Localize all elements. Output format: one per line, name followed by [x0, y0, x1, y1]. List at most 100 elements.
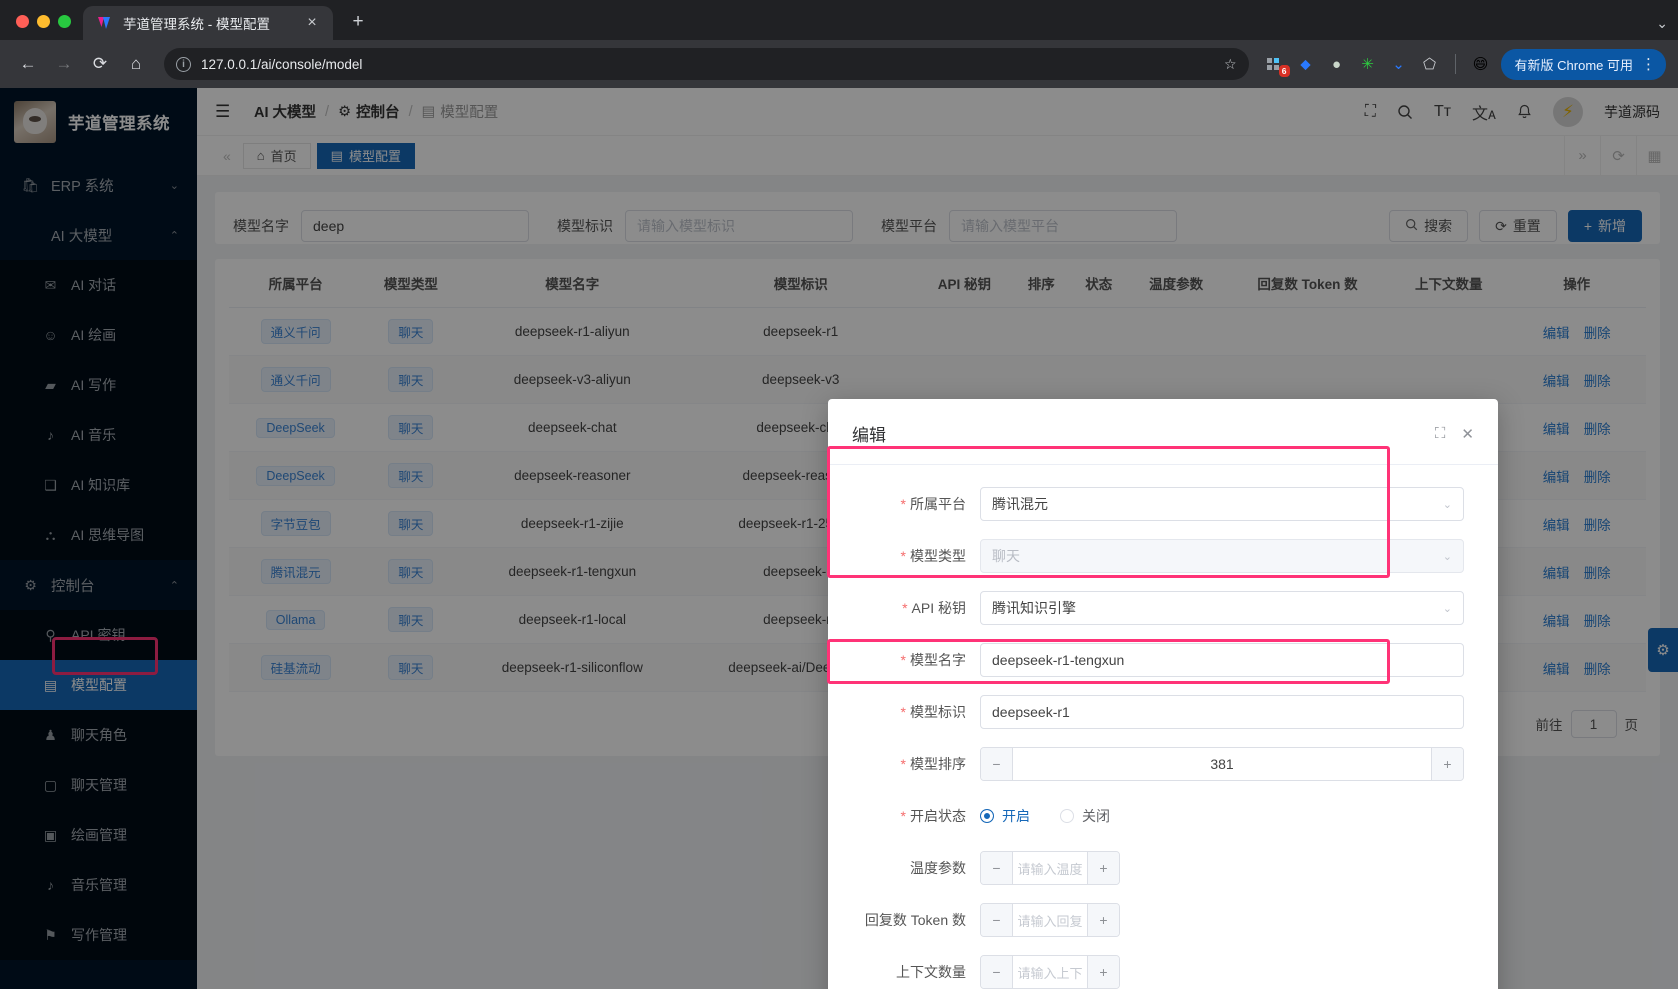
minimize-window-button[interactable]: [37, 15, 50, 28]
new-tab-button[interactable]: +: [343, 7, 373, 37]
plus-icon[interactable]: +: [1087, 956, 1119, 988]
sort-value[interactable]: 381: [1013, 748, 1431, 780]
context-value[interactable]: 请输入上下: [1013, 956, 1087, 988]
label-text: 模型标识: [910, 704, 966, 720]
required-asterisk: *: [902, 600, 907, 616]
required-asterisk: *: [901, 808, 906, 824]
bookmark-star-icon[interactable]: ☆: [1224, 56, 1237, 73]
bug-extension-icon[interactable]: ✳: [1358, 54, 1378, 74]
label-text: 温度参数: [910, 860, 966, 876]
balloon-extension-icon[interactable]: ⬥: [1296, 54, 1316, 74]
chevrons-down-icon[interactable]: ⌄: [1389, 54, 1409, 74]
sort-stepper[interactable]: − 381 +: [980, 747, 1464, 781]
status-radio-group: 开启 关闭: [980, 799, 1464, 833]
plus-icon[interactable]: +: [1087, 904, 1119, 936]
maximize-icon[interactable]: ⛶: [1435, 425, 1446, 442]
chevron-down-icon: ⌄: [1443, 602, 1452, 615]
site-info-icon[interactable]: i: [176, 57, 191, 72]
extension-blocks-icon[interactable]: 6: [1265, 54, 1285, 74]
form-row-model-type: *模型类型 聊天 ⌄: [862, 539, 1464, 573]
chrome-update-label: 有新版 Chrome 可用: [1515, 55, 1633, 74]
api-key-select[interactable]: 腾讯知识引擎 ⌄: [980, 591, 1464, 625]
status-control: 开启 关闭: [980, 799, 1464, 833]
model-type-control: 聊天 ⌄: [980, 539, 1464, 573]
temperature-control: − 请输入温度 +: [980, 851, 1464, 885]
close-window-button[interactable]: [16, 15, 29, 28]
required-asterisk: *: [901, 548, 906, 564]
status-radio-on[interactable]: 开启: [980, 806, 1030, 826]
platform-control: 腾讯混元 ⌄: [980, 487, 1464, 521]
status-radio-off[interactable]: 关闭: [1060, 806, 1110, 826]
plus-icon[interactable]: +: [1087, 852, 1119, 884]
api-key-value: 腾讯知识引擎: [992, 598, 1076, 618]
form-label-context: 上下文数量: [862, 962, 980, 982]
label-text: 回复数 Token 数: [865, 912, 966, 928]
window-traffic-lights[interactable]: [12, 15, 83, 40]
form-row-model-name: *模型名字 deepseek-r1-tengxun: [862, 643, 1464, 677]
close-icon[interactable]: ✕: [1461, 425, 1474, 443]
back-button[interactable]: ←: [12, 48, 44, 80]
address-bar[interactable]: i 127.0.0.1/ai/console/model ☆: [164, 48, 1249, 80]
minus-icon[interactable]: −: [981, 852, 1013, 884]
chevron-down-icon: ⌄: [1443, 550, 1452, 563]
browser-window: 芋道管理系统 - 模型配置 × + ⌄ ← → ⟳ ⌂ i 127.0.0.1/…: [0, 0, 1678, 989]
form-row-context: 上下文数量 − 请输入上下 +: [862, 955, 1464, 989]
tabstrip-chevron-down-icon[interactable]: ⌄: [1656, 15, 1668, 32]
model-name-control: deepseek-r1-tengxun: [980, 643, 1464, 677]
temperature-value[interactable]: 请输入温度: [1013, 852, 1087, 884]
required-asterisk: *: [901, 756, 906, 772]
browser-tab[interactable]: 芋道管理系统 - 模型配置 ×: [83, 6, 333, 40]
platform-select[interactable]: 腾讯混元 ⌄: [980, 487, 1464, 521]
model-name-input[interactable]: deepseek-r1-tengxun: [980, 643, 1464, 677]
form-label-sort: *模型排序: [862, 754, 980, 774]
home-button[interactable]: ⌂: [120, 48, 152, 80]
plus-icon[interactable]: +: [1431, 748, 1463, 780]
radio-dot-icon: [980, 809, 994, 823]
label-text: 开启状态: [910, 808, 966, 824]
profile-avatar-icon[interactable]: 😄: [1471, 54, 1491, 74]
context-stepper[interactable]: − 请输入上下 +: [980, 955, 1120, 989]
label-text: 模型类型: [910, 548, 966, 564]
radio-dot-icon: [1060, 809, 1074, 823]
minus-icon[interactable]: −: [981, 904, 1013, 936]
form-label-api-key: * API 秘钥: [862, 598, 980, 618]
max-tokens-value[interactable]: 请输入回复: [1013, 904, 1087, 936]
browser-toolbar: ← → ⟳ ⌂ i 127.0.0.1/ai/console/model ☆ 6…: [0, 40, 1678, 88]
reload-button[interactable]: ⟳: [84, 48, 116, 80]
form-row-status: *开启状态 开启 关闭: [862, 799, 1464, 833]
platform-value: 腾讯混元: [992, 494, 1048, 514]
extensions-area: 6 ⬥ ● ✳ ⌄ ⬠ 😄: [1261, 54, 1491, 74]
address-bar-url: 127.0.0.1/ai/console/model: [201, 57, 1214, 72]
model-code-input[interactable]: deepseek-r1: [980, 695, 1464, 729]
form-label-model-name: *模型名字: [862, 650, 980, 670]
browser-menu-icon[interactable]: ⋮: [1641, 57, 1656, 72]
form-label-status: *开启状态: [862, 806, 980, 826]
status-radio-on-label: 开启: [1002, 806, 1030, 826]
forward-button[interactable]: →: [48, 48, 80, 80]
model-code-control: deepseek-r1: [980, 695, 1464, 729]
edit-modal: 编辑 ⛶ ✕ * 所属平台 腾讯混元 ⌄: [828, 399, 1498, 989]
chrome-update-button[interactable]: 有新版 Chrome 可用 ⋮: [1501, 49, 1666, 80]
favicon-icon: [97, 15, 114, 32]
maximize-window-button[interactable]: [58, 15, 71, 28]
temperature-stepper[interactable]: − 请输入温度 +: [980, 851, 1120, 885]
model-type-value: 聊天: [992, 546, 1020, 566]
label-text: 上下文数量: [896, 964, 966, 980]
label-text: API 秘钥: [912, 600, 966, 616]
minus-icon[interactable]: −: [981, 748, 1013, 780]
max-tokens-stepper[interactable]: − 请输入回复 +: [980, 903, 1120, 937]
modal-header: 编辑 ⛶ ✕: [828, 399, 1498, 464]
status-radio-off-label: 关闭: [1082, 806, 1110, 826]
circle-extension-icon[interactable]: ●: [1327, 54, 1347, 74]
label-text: 所属平台: [910, 496, 966, 512]
sort-control: − 381 +: [980, 747, 1464, 781]
form-label-model-type: *模型类型: [862, 546, 980, 566]
label-text: 模型排序: [910, 756, 966, 772]
model-type-select: 聊天 ⌄: [980, 539, 1464, 573]
close-tab-icon[interactable]: ×: [301, 15, 323, 31]
form-label-model-code: *模型标识: [862, 702, 980, 722]
puzzle-extension-icon[interactable]: ⬠: [1420, 54, 1440, 74]
extension-badge-count: 6: [1279, 65, 1290, 77]
form-row-temperature: 温度参数 − 请输入温度 +: [862, 851, 1464, 885]
minus-icon[interactable]: −: [981, 956, 1013, 988]
